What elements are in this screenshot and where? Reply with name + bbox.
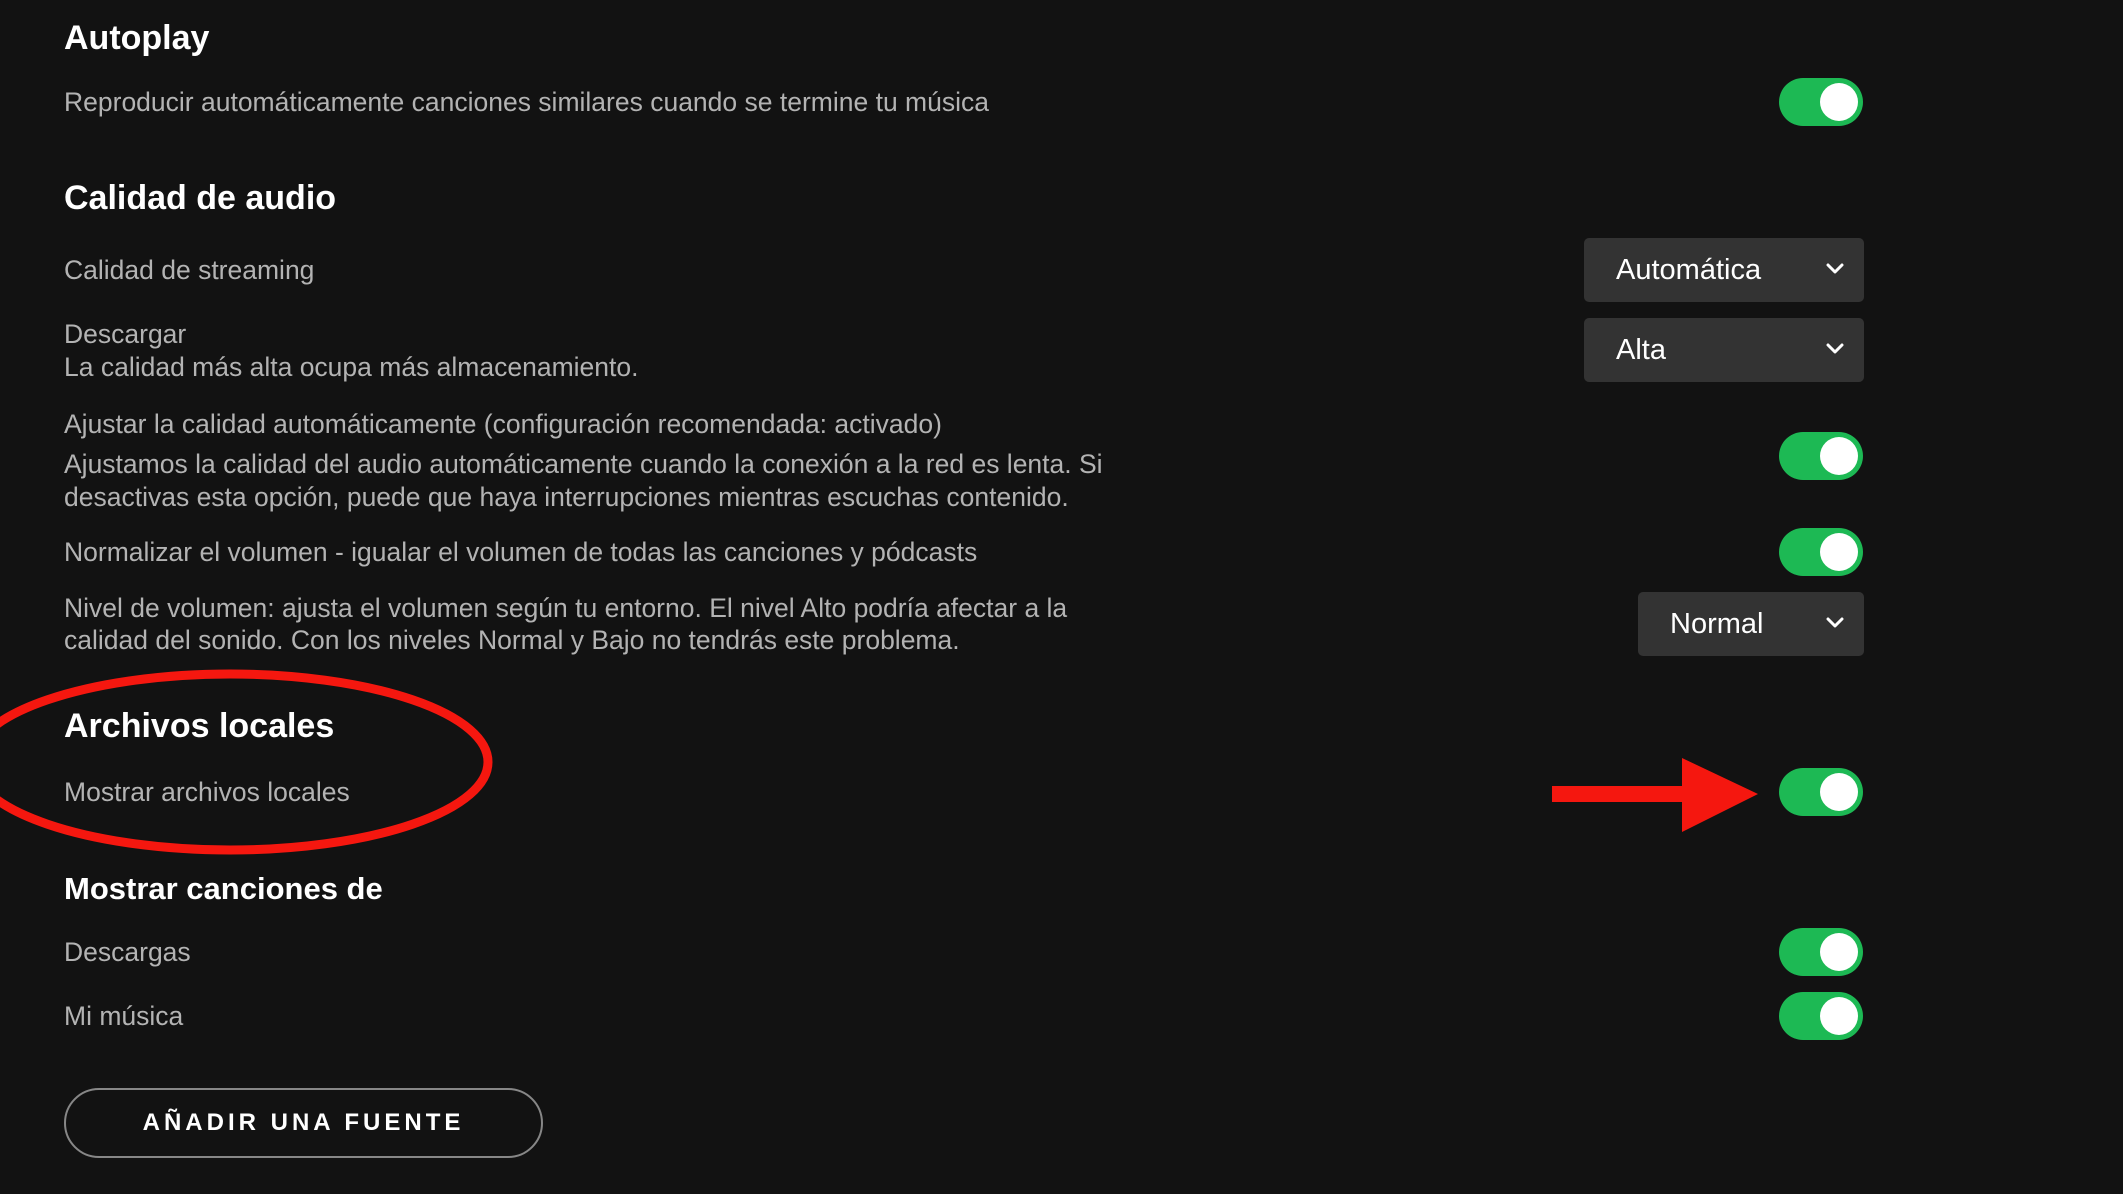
toggle-knob <box>1820 533 1858 571</box>
auto-adjust-label: Ajustar la calidad automáticamente (conf… <box>64 409 942 439</box>
toggle-knob <box>1820 437 1858 475</box>
audio-quality-heading: Calidad de audio <box>64 179 337 217</box>
autoplay-heading: Autoplay <box>64 19 210 57</box>
streaming-quality-label: Calidad de streaming <box>64 255 315 285</box>
download-quality-value: Alta <box>1616 334 1666 366</box>
normalize-volume-toggle[interactable] <box>1779 528 1863 576</box>
auto-adjust-description-2: desactivas esta opción, puede que haya i… <box>64 482 1069 512</box>
chevron-down-icon <box>1826 617 1844 628</box>
volume-level-description-1: Nivel de volumen: ajusta el volumen segú… <box>64 593 1068 623</box>
chevron-down-icon <box>1826 343 1844 354</box>
toggle-knob <box>1820 83 1858 121</box>
show-local-files-toggle[interactable] <box>1779 768 1863 816</box>
autoplay-description: Reproducir automáticamente canciones sim… <box>64 87 989 117</box>
my-music-source-label: Mi música <box>64 1001 184 1031</box>
arrow-right-icon <box>1552 758 1758 832</box>
download-quality-select[interactable]: Alta <box>1584 318 1864 382</box>
toggle-knob <box>1820 997 1858 1035</box>
annotation-ellipse-highlight <box>0 669 493 855</box>
downloads-source-toggle[interactable] <box>1779 928 1863 976</box>
download-sublabel: La calidad más alta ocupa más almacenami… <box>64 352 639 382</box>
volume-level-value: Normal <box>1670 608 1764 640</box>
normalize-volume-label: Normalizar el volumen - igualar el volum… <box>64 537 978 567</box>
show-songs-from-heading: Mostrar canciones de <box>64 871 383 906</box>
add-source-button[interactable]: AÑADIR UNA FUENTE <box>64 1088 543 1158</box>
my-music-source-toggle[interactable] <box>1779 992 1863 1040</box>
autoplay-toggle[interactable] <box>1779 78 1863 126</box>
volume-level-select[interactable]: Normal <box>1638 592 1864 656</box>
volume-level-description-2: calidad del sonido. Con los niveles Norm… <box>64 625 960 655</box>
local-files-heading: Archivos locales <box>64 707 335 745</box>
streaming-quality-select[interactable]: Automática <box>1584 238 1864 302</box>
toggle-knob <box>1820 773 1858 811</box>
auto-adjust-description-1: Ajustamos la calidad del audio automátic… <box>64 449 1103 479</box>
download-label: Descargar <box>64 319 187 349</box>
streaming-quality-value: Automática <box>1616 254 1762 286</box>
chevron-down-icon <box>1826 263 1844 274</box>
toggle-knob <box>1820 933 1858 971</box>
downloads-source-label: Descargas <box>64 937 191 967</box>
show-local-files-label: Mostrar archivos locales <box>64 777 350 807</box>
auto-adjust-toggle[interactable] <box>1779 432 1863 480</box>
